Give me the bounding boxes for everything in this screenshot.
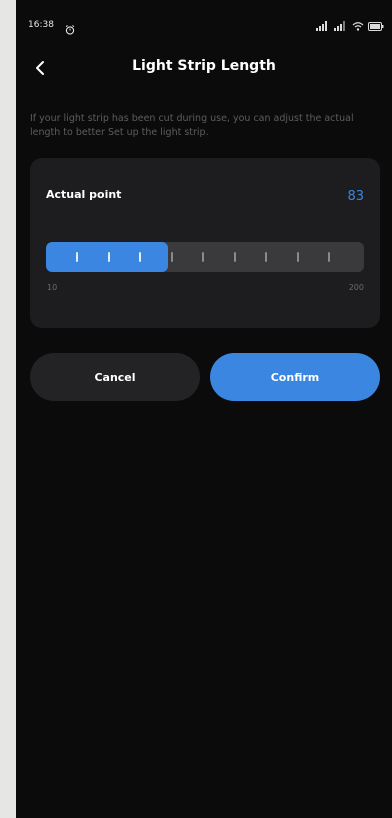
slider-tick (233, 252, 236, 262)
app-screen: 16:38 Light Strip Length If your light s… (16, 0, 392, 818)
status-time: 16:38 (28, 20, 54, 30)
status-icons (316, 19, 384, 31)
battery-icon (368, 22, 384, 31)
slider-tick (202, 252, 204, 262)
slider-tick (328, 252, 330, 262)
slider-tick (296, 252, 299, 262)
signal-icon (334, 21, 348, 31)
slider-tick (76, 252, 78, 262)
length-card: Actual point 83 10 200 (30, 158, 380, 328)
slider-tick (170, 252, 173, 262)
confirm-button[interactable]: Confirm (210, 353, 380, 401)
length-slider[interactable] (46, 242, 364, 272)
status-bar: 16:38 (16, 0, 392, 40)
slider-tick (139, 252, 141, 262)
alarm-icon (65, 20, 77, 35)
slider-max-label: 200 (348, 283, 364, 292)
slider-tick (107, 252, 110, 262)
actual-point-label: Actual point (46, 188, 122, 201)
cancel-button[interactable]: Cancel (30, 353, 200, 401)
actual-point-value: 83 (347, 189, 364, 204)
description-text: If your light strip has been cut during … (30, 113, 354, 138)
signal-icon (316, 21, 330, 31)
wifi-icon (352, 21, 364, 31)
page-title: Light Strip Length (132, 58, 276, 74)
slider-tick (265, 252, 267, 262)
slider-min-label: 10 (47, 283, 58, 292)
